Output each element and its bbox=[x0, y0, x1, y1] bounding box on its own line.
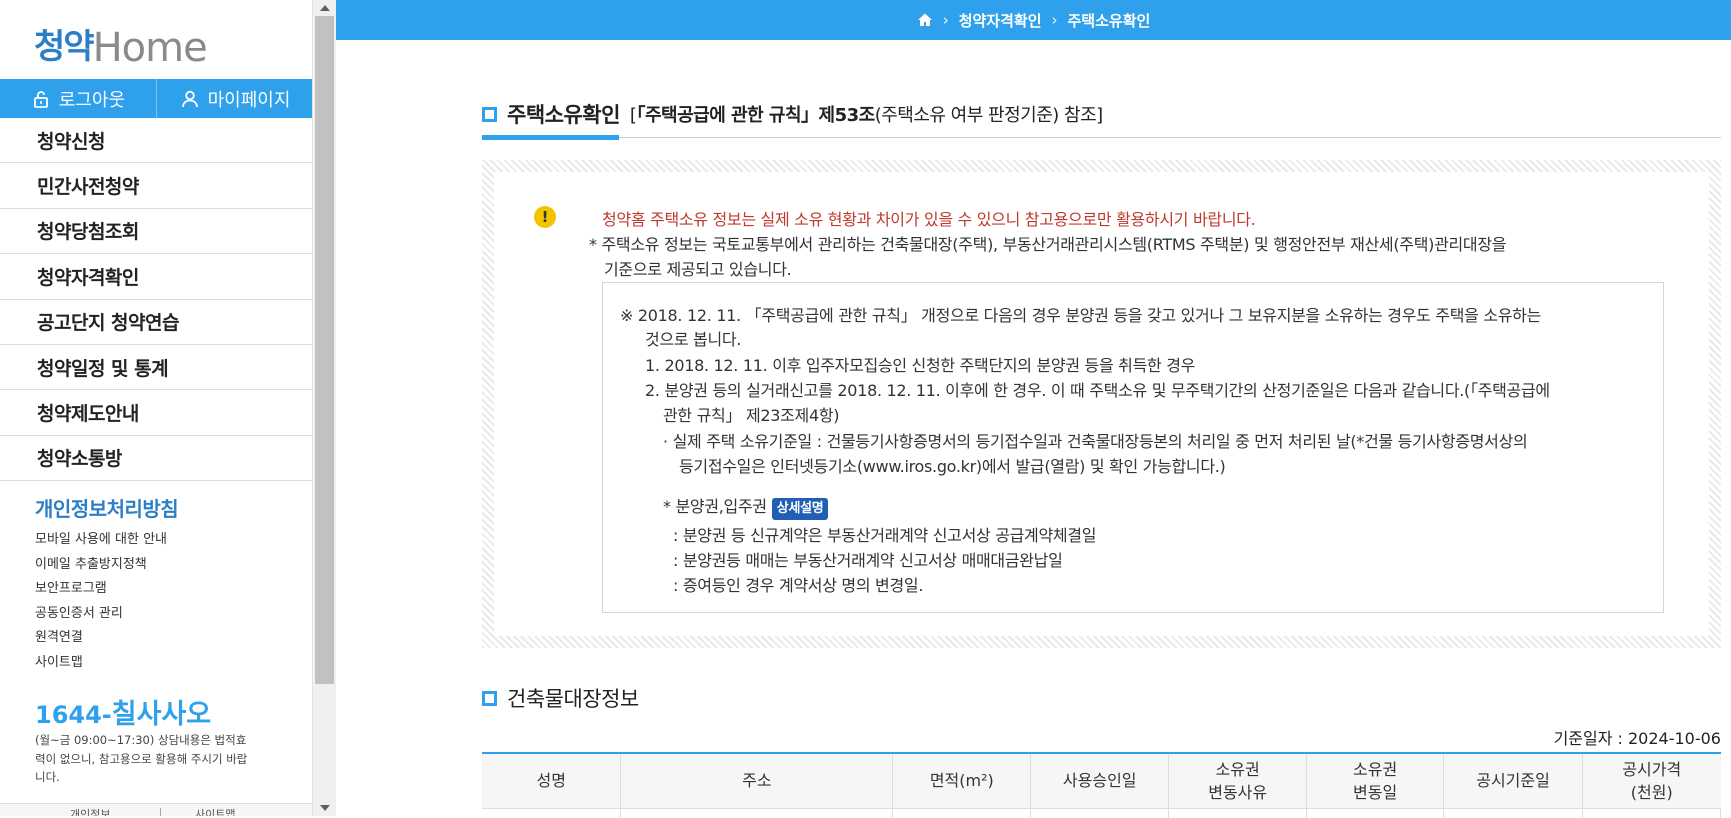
rule-line-9: : 분양권 등 신규계약은 부동산거래계약 신고서상 공급계약체결일 bbox=[673, 526, 1097, 545]
subtitle-bold: 「주택공급에 관한 규칙」제53조 bbox=[636, 105, 875, 126]
table-cell bbox=[1443, 808, 1583, 818]
logo-home: Home bbox=[92, 25, 208, 71]
col-header-notice-price: 공시가격 (천원) bbox=[1582, 753, 1721, 809]
notice-box: ! 청약홈 주택소유 정보는 실제 소유 현황과 차이가 있을 수 있으니 참고… bbox=[482, 160, 1721, 648]
rule-line-4: 2. 분양권 등의 실거래신고를 2018. 12. 11. 이후에 한 경우.… bbox=[645, 381, 1550, 400]
rule-line-11: : 증여등인 경우 계약서상 명의 변경일. bbox=[673, 576, 924, 595]
table-header-row: 성명 주소 면적(m²) 사용승인일 소유권 변동사유 소유권 변동일 공시기준… bbox=[482, 753, 1721, 809]
divider bbox=[160, 808, 161, 816]
base-date: 기준일자 : 2024-10-06 bbox=[1553, 729, 1721, 748]
table-cell bbox=[1030, 808, 1170, 818]
square-bullet-icon bbox=[482, 106, 497, 122]
account-bar: 로그아웃 마이페이지 bbox=[0, 79, 312, 118]
rule-line-6: · 실제 주택 소유기준일 : 건물등기사항증명서의 등기접수일과 건축물대장등… bbox=[663, 432, 1528, 451]
col-header-approval-date: 사용승인일 bbox=[1030, 753, 1170, 809]
page-title: 주택소유확인 [「주택공급에 관한 규칙」제53조(주택소유 여부 판정기준) … bbox=[482, 99, 1103, 129]
square-bullet-icon bbox=[482, 690, 497, 706]
logout-label: 로그아웃 bbox=[58, 89, 126, 111]
bottom-links: 개인정보 사이트맵 bbox=[0, 803, 312, 816]
menu-item-practice[interactable]: 공고단지 청약연습 bbox=[0, 300, 312, 345]
rule-line-10: : 분양권등 매매는 부동산거래계약 신고서상 매매대금완납일 bbox=[673, 551, 1063, 570]
main-menu: 청약신청 민간사전청약 청약당첨조회 청약자격확인 공고단지 청약연습 청약일정… bbox=[0, 118, 312, 482]
rule-line-8: * 분양권,입주권 상세설명 bbox=[663, 494, 829, 520]
logo[interactable]: 청약 Home bbox=[34, 20, 208, 71]
bottom-link-left[interactable]: 개인정보 bbox=[70, 806, 110, 816]
rule-box: ※ 2018. 12. 11. 「주택공급에 관한 규칙」 개정으로 다음의 경… bbox=[602, 282, 1664, 613]
page-title-text: 주택소유확인 bbox=[507, 103, 620, 127]
col-header-name: 성명 bbox=[482, 753, 622, 809]
phone-prefix: 1644- bbox=[35, 701, 112, 729]
menu-item-private-pre-subscription[interactable]: 민간사전청약 bbox=[0, 163, 312, 209]
link-email-policy[interactable]: 이메일 추출방지정책 bbox=[35, 553, 167, 578]
table-cell bbox=[1168, 808, 1308, 818]
menu-item-eligibility-check[interactable]: 청약자격확인 bbox=[0, 254, 312, 300]
section-title-text: 건축물대장정보 bbox=[507, 687, 639, 711]
menu-item-winner-check[interactable]: 청약당첨조회 bbox=[0, 209, 312, 255]
title-underline-accent bbox=[482, 135, 619, 140]
mypage-label: 마이페이지 bbox=[207, 89, 291, 111]
notice-inner: ! 청약홈 주택소유 정보는 실제 소유 현황과 차이가 있을 수 있으니 참고… bbox=[494, 172, 1709, 636]
home-icon[interactable] bbox=[917, 12, 933, 28]
logo-korean: 청약 bbox=[34, 27, 95, 67]
note-line-1: * 주택소유 정보는 국토교통부에서 관리하는 건축물대장(주택), 부동산거래… bbox=[589, 235, 1507, 254]
rule-line-3: 1. 2018. 12. 11. 이후 입주자모집승인 신청한 주택단지의 분양… bbox=[645, 356, 1196, 375]
sidebar: 청약 Home 로그아웃 마이페이지 청약신청 민간사전청약 청약당첨조회 청약자… bbox=[0, 0, 313, 816]
phone-text: 칠사사오 bbox=[111, 699, 212, 730]
scroll-up-arrow-icon[interactable] bbox=[313, 0, 336, 16]
page-subtitle: [「주택공급에 관한 규칙」제53조(주택소유 여부 판정기준) 참조] bbox=[630, 101, 1103, 127]
sidebar-scrollbar[interactable] bbox=[313, 0, 336, 816]
col-header-change-date: 소유권 변동일 bbox=[1306, 753, 1445, 809]
menu-item-apply[interactable]: 청약신청 bbox=[0, 118, 312, 164]
menu-item-communication[interactable]: 청약소통방 bbox=[0, 436, 312, 482]
col-header-change-reason: 소유권 변동사유 bbox=[1168, 753, 1308, 809]
scroll-down-arrow-icon[interactable] bbox=[313, 800, 336, 816]
table-cell bbox=[1582, 808, 1721, 818]
lock-icon bbox=[33, 90, 48, 108]
presale-label: * 분양권,입주권 bbox=[663, 497, 767, 516]
phone-note: (월~금 09:00~17:30) 상담내용은 법적효력이 없으니, 참고용으로… bbox=[35, 733, 248, 784]
menu-item-schedule-stats[interactable]: 청약일정 및 통계 bbox=[0, 345, 312, 391]
detail-button[interactable]: 상세설명 bbox=[771, 498, 829, 520]
link-certificate[interactable]: 공동인증서 관리 bbox=[35, 602, 167, 627]
chevron-right-icon: › bbox=[942, 11, 949, 29]
building-register-table: 성명 주소 면적(m²) 사용승인일 소유권 변동사유 소유권 변동일 공시기준… bbox=[482, 752, 1721, 818]
subtitle-close: ] bbox=[1096, 105, 1103, 126]
table-cell bbox=[892, 808, 1032, 818]
chevron-right-icon: › bbox=[1051, 11, 1058, 29]
scroll-thumb[interactable] bbox=[315, 16, 334, 684]
bottom-link-right[interactable]: 사이트맵 bbox=[195, 806, 235, 816]
phone-number: 1644-칠사사오 bbox=[35, 692, 211, 731]
table-cell bbox=[1306, 808, 1445, 818]
footer-links: 모바일 사용에 대한 안내 이메일 추출방지정책 보안프로그램 공동인증서 관리… bbox=[35, 528, 167, 676]
col-header-area: 면적(m²) bbox=[892, 753, 1032, 809]
building-register-title: 건축물대장정보 bbox=[482, 683, 639, 713]
title-underline bbox=[482, 137, 1721, 138]
logout-button[interactable]: 로그아웃 bbox=[0, 79, 156, 118]
rule-line-7: 등기접수일은 인터넷등기소(www.iros.go.kr)에서 발급(열람) 및… bbox=[679, 457, 1226, 476]
note-line-2: 기준으로 제공되고 있습니다. bbox=[604, 260, 792, 279]
col-header-address: 주소 bbox=[620, 753, 894, 809]
mypage-button[interactable]: 마이페이지 bbox=[156, 79, 312, 118]
rule-line-5: 관한 규칙」 제23조제4항) bbox=[663, 406, 840, 425]
breadcrumb-item-ownership[interactable]: 주택소유확인 bbox=[1068, 10, 1151, 31]
table-cell bbox=[482, 808, 622, 818]
col-header-notice-date: 공시기준일 bbox=[1443, 753, 1583, 809]
link-mobile-guide[interactable]: 모바일 사용에 대한 안내 bbox=[35, 528, 167, 553]
subtitle-rest: (주택소유 여부 판정기준) 참조 bbox=[874, 105, 1097, 126]
link-sitemap[interactable]: 사이트맵 bbox=[35, 651, 167, 676]
breadcrumb: › 청약자격확인 › 주택소유확인 bbox=[336, 0, 1731, 40]
menu-item-system-guide[interactable]: 청약제도안내 bbox=[0, 390, 312, 436]
link-remote[interactable]: 원격연결 bbox=[35, 626, 167, 651]
rule-line-1: ※ 2018. 12. 11. 「주택공급에 관한 규칙」 개정으로 다음의 경… bbox=[620, 306, 1541, 325]
table-row bbox=[482, 808, 1721, 818]
rule-line-2: 것으로 봅니다. bbox=[645, 330, 742, 349]
warning-text: 청약홈 주택소유 정보는 실제 소유 현황과 차이가 있을 수 있으니 참고용으… bbox=[602, 210, 1256, 229]
warning-icon: ! bbox=[534, 206, 556, 228]
table-cell bbox=[620, 808, 894, 818]
link-security-program[interactable]: 보안프로그램 bbox=[35, 577, 167, 602]
user-icon bbox=[181, 90, 198, 107]
privacy-policy-link[interactable]: 개인정보처리방침 bbox=[35, 493, 179, 522]
breadcrumb-item-eligibility[interactable]: 청약자격확인 bbox=[959, 10, 1042, 31]
data-source-note: * 주택소유 정보는 국토교통부에서 관리하는 건축물대장(주택), 부동산거래… bbox=[589, 232, 1619, 282]
